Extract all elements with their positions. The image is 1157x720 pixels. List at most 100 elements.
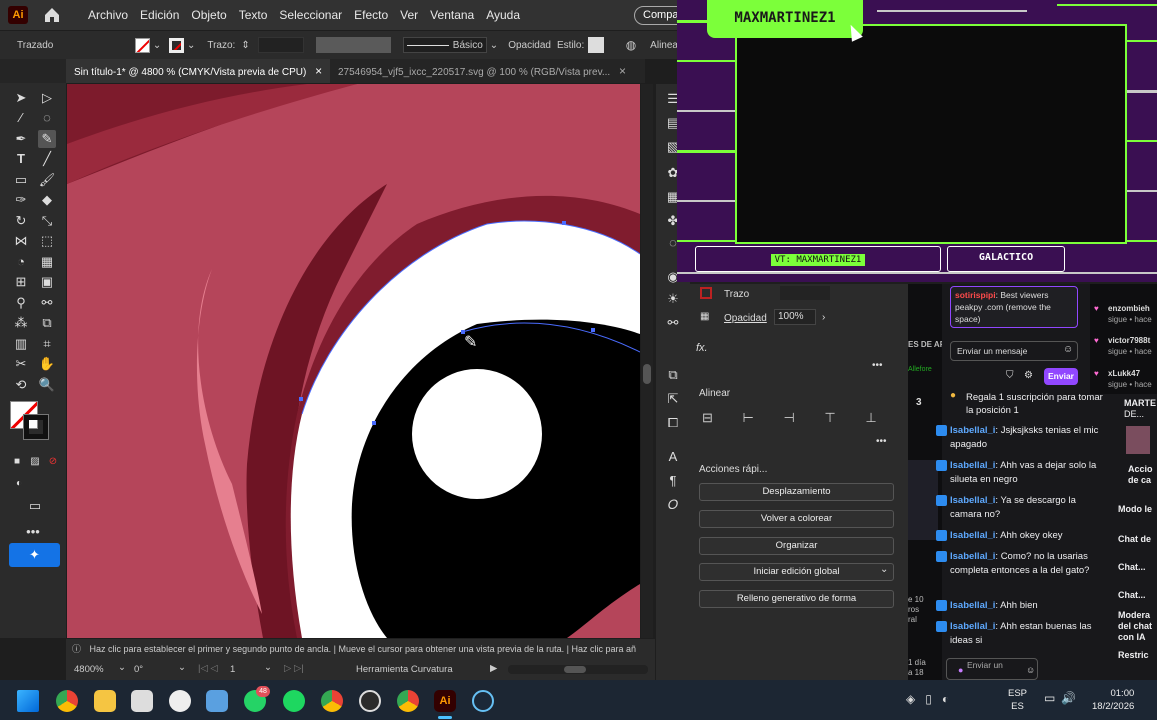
selection-tool-icon[interactable]: ➤ [12, 89, 30, 107]
mic-icon[interactable]: ● [958, 665, 963, 675]
slice-tool-icon[interactable]: ⌗ [38, 335, 56, 353]
zoom-tool-icon[interactable]: 🔍 [38, 376, 56, 394]
direct-selection-tool-icon[interactable]: ▷ [38, 89, 56, 107]
fill-swatch[interactable] [135, 37, 150, 53]
perspective-grid-icon[interactable]: ▦ [38, 253, 56, 271]
illustrator-icon[interactable]: Ai [434, 690, 456, 712]
obs-icon[interactable] [359, 690, 381, 712]
variable-width-dropdown[interactable] [316, 37, 392, 53]
chat-user[interactable]: Isabellal_i [950, 600, 995, 611]
generative-tool-button[interactable]: ✦ [9, 543, 60, 567]
emote-picker-icon[interactable]: ☺ [1026, 665, 1035, 675]
rotate-view-icon[interactable]: ⟲ [12, 376, 30, 394]
side-option[interactable]: Chat... [1118, 562, 1146, 573]
more-options-icon[interactable]: ••• [872, 360, 883, 371]
shaper-tool-icon[interactable]: ✑ [12, 191, 30, 209]
offset-path-button[interactable]: Desplazamiento [699, 483, 894, 501]
close-icon[interactable]: × [315, 64, 322, 78]
gift-banner[interactable]: Regala 1 suscripción para tomar la posic… [966, 391, 1106, 417]
shape-builder-icon[interactable]: ◔ [12, 253, 30, 271]
chrome-icon[interactable] [56, 690, 78, 712]
fx-label[interactable]: fx. [696, 342, 708, 354]
draw-mode-icon[interactable]: ◐ [10, 475, 28, 493]
opacity-label[interactable]: Opacidad [508, 40, 551, 51]
chevron-right-icon[interactable]: › [822, 312, 825, 323]
steam-icon[interactable] [472, 690, 494, 712]
mesh-tool-icon[interactable]: ⊞ [12, 273, 30, 291]
paintbrush-icon[interactable]: 🖌 [38, 171, 56, 189]
more-options-icon[interactable]: ••• [876, 436, 887, 447]
artboard-nav-next-icon[interactable]: ▷ ▷| [284, 663, 304, 674]
style-swatch[interactable] [588, 37, 604, 53]
side-option[interactable]: Modera del chat con IA [1118, 610, 1157, 643]
artboard-tool-icon[interactable]: ⧉ [38, 314, 56, 332]
rectangle-tool-icon[interactable]: ▭ [12, 171, 30, 189]
opacity-input[interactable]: 100% [774, 309, 816, 325]
follower-name[interactable]: enzombieh [1108, 304, 1150, 313]
scissors-icon[interactable]: ✂ [12, 355, 30, 373]
clock-app-icon[interactable] [169, 690, 191, 712]
calculator-icon[interactable] [206, 690, 228, 712]
color-mode-icon[interactable]: ■ [8, 453, 26, 471]
menu-seleccionar[interactable]: Seleccionar [279, 8, 342, 22]
character-icon[interactable]: A [664, 448, 682, 466]
menu-texto[interactable]: Texto [239, 8, 268, 22]
gradient-mode-icon[interactable]: ▨ [26, 453, 44, 471]
chevron-down-icon[interactable]: ⌄ [880, 564, 888, 575]
send-button[interactable]: Enviar [1044, 368, 1078, 385]
chrome-profile-icon[interactable] [321, 690, 343, 712]
vertical-scrollbar[interactable] [641, 84, 653, 638]
chat-user[interactable]: Isabellal_i [950, 460, 995, 471]
language-indicator[interactable]: ESP ES [1008, 687, 1027, 713]
curvature-tool-icon[interactable]: ✎ [38, 130, 56, 148]
eyedropper-icon[interactable]: ⚲ [12, 294, 30, 312]
type-tool-icon[interactable]: T [12, 150, 30, 168]
artboard-canvas[interactable]: ✎ [67, 84, 640, 638]
chat-user[interactable]: Isabellal_i [950, 551, 995, 562]
none-mode-icon[interactable]: ⊘ [44, 453, 62, 471]
eraser-icon[interactable]: ◆ [38, 191, 56, 209]
notepad-icon[interactable] [131, 690, 153, 712]
side-option[interactable]: Chat de [1118, 534, 1151, 545]
rotate-tool-icon[interactable]: ↻ [12, 212, 30, 230]
horizontal-scrollbar[interactable] [508, 665, 648, 674]
chevron-down-icon[interactable]: ⌄ [153, 40, 161, 51]
rotation-angle[interactable]: 0° [134, 664, 143, 675]
opacity-prop-label[interactable]: Opacidad [724, 313, 767, 324]
lasso-icon[interactable]: ◌ [38, 109, 56, 127]
stroke-weight-input[interactable] [257, 37, 305, 53]
file-explorer-icon[interactable] [94, 690, 116, 712]
export-icon[interactable]: ⇱ [664, 390, 682, 408]
menu-ver[interactable]: Ver [400, 8, 418, 22]
side-option[interactable]: Restric [1118, 650, 1149, 661]
chrome-alt-icon[interactable] [397, 690, 419, 712]
play-icon[interactable]: ▶ [490, 663, 497, 674]
chevron-down-icon[interactable]: ⌄ [264, 662, 272, 673]
global-edit-button[interactable]: Iniciar edición global [699, 563, 894, 581]
links-icon[interactable]: ⚯ [664, 314, 682, 332]
menu-efecto[interactable]: Efecto [354, 8, 388, 22]
recolor-button[interactable]: Volver a colorear [699, 510, 894, 528]
zoom-level[interactable]: 4800% [74, 664, 104, 675]
side-option[interactable]: Chat... [1118, 590, 1146, 601]
tab-active-document[interactable]: Sin título-1* @ 4800 % (CMYK/Vista previ… [66, 59, 331, 83]
side-option[interactable]: Modo le [1118, 504, 1152, 515]
stepper-icon[interactable]: ⇕ [241, 40, 249, 51]
blend-tool-icon[interactable]: ⚯ [38, 294, 56, 312]
artboards-icon[interactable]: ⧠ [664, 414, 682, 432]
chat-user[interactable]: Isabellal_i [950, 621, 995, 632]
magic-wand-icon[interactable]: ⁄ [12, 109, 30, 127]
stroke-swatch-small[interactable] [700, 287, 712, 299]
artboard-number[interactable]: 1 [230, 664, 235, 675]
menu-ventana[interactable]: Ventana [430, 8, 474, 22]
follower-name[interactable]: xLukk47 [1108, 369, 1140, 378]
emote-picker-icon[interactable]: ☺ [1063, 344, 1073, 355]
chevron-down-icon[interactable]: ⌄ [178, 662, 186, 673]
chevron-down-icon[interactable]: ⌄ [118, 662, 126, 673]
follower-name[interactable]: victor7988t [1108, 336, 1150, 345]
artboard-nav-first-icon[interactable]: |◁ ◁ [198, 663, 218, 674]
chevron-down-icon[interactable]: ⌄ [187, 40, 195, 51]
scale-tool-icon[interactable]: ⤡ [38, 212, 56, 230]
stroke-prop-label[interactable]: Trazo [724, 289, 749, 300]
tray-icons[interactable]: ◈▯◐ [906, 692, 959, 706]
